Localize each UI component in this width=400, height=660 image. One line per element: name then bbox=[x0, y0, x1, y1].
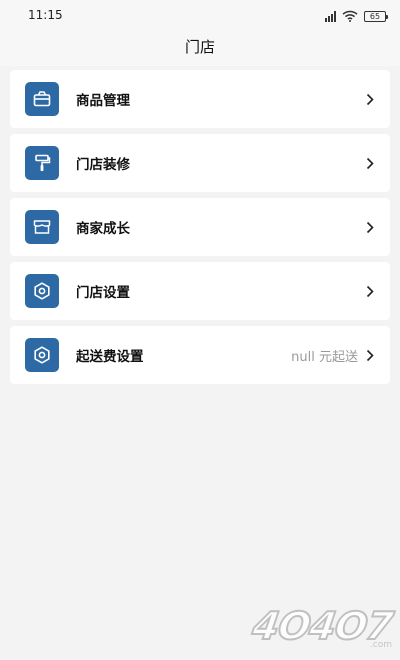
shopping-basket-icon bbox=[25, 82, 59, 116]
battery-icon: 65 bbox=[364, 10, 388, 22]
cellular-signal-icon bbox=[325, 10, 336, 22]
status-indicators: 65 bbox=[325, 8, 388, 24]
menu-item-label: 门店设置 bbox=[76, 285, 130, 301]
watermark-suffix: .com bbox=[369, 640, 392, 650]
menu-list: 商品管理 门店装修 商家成长 门店设置 起送费设置 null 元起送 bbox=[10, 70, 390, 390]
status-time: 11:15 bbox=[28, 8, 63, 22]
menu-item-store-decoration[interactable]: 门店装修 bbox=[10, 134, 390, 192]
chevron-right-icon bbox=[364, 155, 376, 171]
menu-item-product-management[interactable]: 商品管理 bbox=[10, 70, 390, 128]
nav-bar: 门店 bbox=[0, 32, 400, 66]
hex-settings-icon bbox=[25, 274, 59, 308]
menu-item-label: 门店装修 bbox=[76, 157, 130, 173]
menu-item-label: 商家成长 bbox=[76, 221, 130, 237]
wifi-icon bbox=[342, 10, 358, 22]
chevron-right-icon bbox=[364, 219, 376, 235]
menu-item-label: 起送费设置 bbox=[76, 349, 144, 365]
menu-item-merchant-growth[interactable]: 商家成长 bbox=[10, 198, 390, 256]
menu-item-store-settings[interactable]: 门店设置 bbox=[10, 262, 390, 320]
min-order-fee-value: null 元起送 bbox=[291, 349, 358, 365]
watermark-logo: 4O4O7 .com bbox=[242, 598, 396, 654]
hex-settings-icon bbox=[25, 338, 59, 372]
chevron-right-icon bbox=[364, 347, 376, 363]
store-icon bbox=[25, 210, 59, 244]
page-title: 门店 bbox=[184, 38, 215, 56]
status-bar: 11:15 65 bbox=[0, 0, 400, 32]
chevron-right-icon bbox=[364, 91, 376, 107]
menu-item-label: 商品管理 bbox=[76, 93, 130, 109]
chevron-right-icon bbox=[364, 283, 376, 299]
menu-item-min-order-fee-settings[interactable]: 起送费设置 null 元起送 bbox=[10, 326, 390, 384]
paint-roller-icon bbox=[25, 146, 59, 180]
